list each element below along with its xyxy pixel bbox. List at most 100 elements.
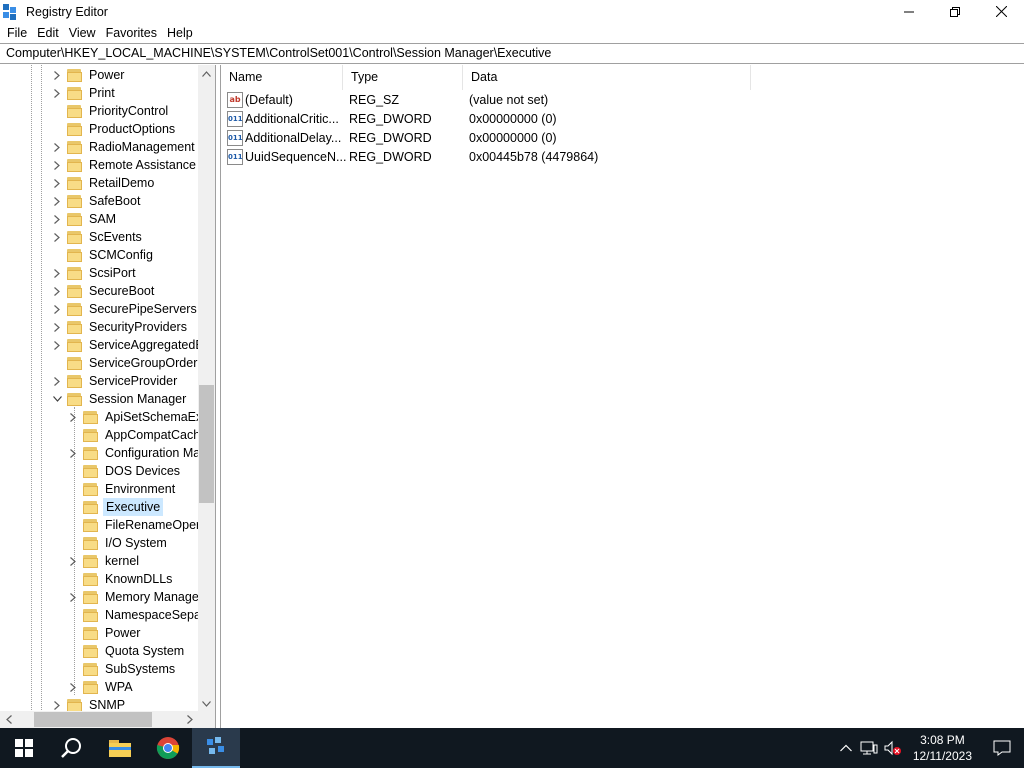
tree-horizontal-scrollbar[interactable] [0, 711, 198, 728]
horizontal-scroll-thumb[interactable] [34, 712, 152, 727]
tree-item[interactable]: Session Manager [51, 390, 188, 408]
value-row[interactable]: 011 AdditionalCritic... REG_DWORD 0x0000000… [221, 109, 751, 128]
expand-chevron-icon[interactable] [51, 372, 63, 390]
tree-item[interactable]: kernel [67, 552, 141, 570]
show-hidden-icons-button[interactable] [835, 728, 857, 768]
tree-item[interactable]: Configuration Ma [67, 444, 198, 462]
scroll-right-arrow-icon[interactable] [181, 711, 198, 728]
network-button[interactable] [857, 728, 881, 768]
tree-item[interactable]: ApiSetSchemaExte [67, 408, 198, 426]
collapse-chevron-icon[interactable] [51, 390, 63, 408]
registry-editor-taskbar-button[interactable] [192, 728, 240, 768]
search-button[interactable] [48, 728, 96, 768]
tree-item[interactable]: Remote Assistance [51, 156, 198, 174]
start-button[interactable] [0, 728, 48, 768]
scroll-left-arrow-icon[interactable] [0, 711, 17, 728]
expand-chevron-icon[interactable] [51, 336, 63, 354]
tree-item[interactable]: Environment [67, 480, 177, 498]
tree-item[interactable]: WPA [67, 678, 135, 696]
expand-chevron-icon[interactable] [51, 228, 63, 246]
folder-icon [67, 122, 83, 136]
value-row[interactable]: ab (Default) REG_SZ (value not set) [221, 90, 751, 109]
value-row[interactable]: 011 UuidSequenceN... REG_DWORD 0x00445b78 (… [221, 147, 751, 166]
vertical-scroll-thumb[interactable] [199, 385, 214, 503]
menu-view[interactable]: View [64, 23, 101, 43]
tree-item[interactable]: ScEvents [51, 228, 144, 246]
address-bar[interactable]: Computer\HKEY_LOCAL_MACHINE\SYSTEM\Contr… [0, 43, 1024, 64]
column-header-name[interactable]: Name [221, 65, 343, 90]
file-explorer-button[interactable] [96, 728, 144, 768]
tree-item[interactable]: ServiceGroupOrder [51, 354, 198, 372]
tree-item[interactable]: Print [51, 84, 117, 102]
expand-chevron-icon[interactable] [51, 192, 63, 210]
tree-item[interactable]: ServiceAggregatedEv [51, 336, 198, 354]
menu-file[interactable]: File [2, 23, 32, 43]
expand-chevron-icon[interactable] [67, 408, 79, 426]
volume-button[interactable] [881, 728, 905, 768]
column-header-data[interactable]: Data [463, 65, 751, 90]
folder-icon [83, 410, 99, 424]
menu-help[interactable]: Help [162, 23, 198, 43]
expand-chevron-icon[interactable] [51, 210, 63, 228]
tree-item[interactable]: SecureBoot [51, 282, 156, 300]
values-list[interactable]: Name Type Data ab (Default) REG_SZ (value n… [220, 65, 1024, 728]
registry-editor-icon [207, 737, 224, 754]
expand-chevron-icon[interactable] [51, 300, 63, 318]
restore-button[interactable] [932, 0, 978, 23]
tree-item-label: Configuration Ma [105, 446, 198, 460]
scroll-up-arrow-icon[interactable] [198, 65, 215, 82]
expand-chevron-icon[interactable] [51, 66, 63, 84]
tree-item[interactable]: SecurityProviders [51, 318, 189, 336]
expand-chevron-icon[interactable] [51, 138, 63, 156]
tree-item[interactable]: SubSystems [67, 660, 177, 678]
tree-item[interactable]: ServiceProvider [51, 372, 179, 390]
tree-item[interactable]: ScsiPort [51, 264, 138, 282]
expand-chevron-icon[interactable] [51, 174, 63, 192]
menu-edit[interactable]: Edit [32, 23, 64, 43]
tree-item[interactable]: SecurePipeServers [51, 300, 198, 318]
expand-chevron-icon[interactable] [67, 678, 79, 696]
expand-chevron-icon[interactable] [51, 156, 63, 174]
tree-item[interactable]: Power [67, 624, 142, 642]
tree-item[interactable]: RetailDemo [51, 174, 156, 192]
clock[interactable]: 3:08 PM 12/11/2023 [905, 732, 980, 764]
tree-item[interactable]: NamespaceSepara [67, 606, 198, 624]
tree-vertical-scrollbar[interactable] [198, 65, 215, 712]
scroll-down-arrow-icon[interactable] [198, 695, 215, 712]
tree-item[interactable]: AppCompatCache [67, 426, 198, 444]
tree-item[interactable]: Memory Manager [67, 588, 198, 606]
chrome-button[interactable] [144, 728, 192, 768]
tree-item[interactable]: I/O System [67, 534, 169, 552]
folder-icon [67, 104, 83, 118]
menu-favorites[interactable]: Favorites [101, 23, 162, 43]
expand-chevron-icon[interactable] [67, 444, 79, 462]
tree-item[interactable]: RadioManagement [51, 138, 197, 156]
tree-item[interactable]: SafeBoot [51, 192, 142, 210]
tree-item[interactable]: SNMP [51, 696, 127, 712]
tree-item[interactable]: SAM [51, 210, 118, 228]
tree-item[interactable]: Quota System [67, 642, 186, 660]
expand-chevron-icon[interactable] [51, 318, 63, 336]
tree-item[interactable]: DOS Devices [67, 462, 182, 480]
expand-chevron-icon[interactable] [51, 696, 63, 712]
action-center-button[interactable] [980, 728, 1024, 768]
tree-item[interactable]: SCMConfig [51, 246, 155, 264]
key-tree[interactable]: Power Print PriorityControl ProductOptions R… [0, 65, 216, 728]
expand-chevron-icon[interactable] [51, 282, 63, 300]
tree-item[interactable]: FileRenameOpera [67, 516, 198, 534]
tree-item[interactable]: KnownDLLs [67, 570, 174, 588]
folder-icon [83, 536, 99, 550]
expand-chevron-icon[interactable] [67, 552, 79, 570]
folder-icon [67, 176, 83, 190]
expand-chevron-icon[interactable] [51, 264, 63, 282]
value-row[interactable]: 011 AdditionalDelay... REG_DWORD 0x00000000… [221, 128, 751, 147]
column-header-type[interactable]: Type [343, 65, 463, 90]
expand-chevron-icon[interactable] [67, 588, 79, 606]
tree-item[interactable]: PriorityControl [51, 102, 170, 120]
expand-chevron-icon[interactable] [51, 84, 63, 102]
tree-item[interactable]: ProductOptions [51, 120, 177, 138]
tree-item[interactable]: Power [51, 66, 126, 84]
close-button[interactable] [978, 0, 1024, 23]
minimize-button[interactable] [886, 0, 932, 23]
tree-item[interactable]: Executive [67, 498, 164, 516]
